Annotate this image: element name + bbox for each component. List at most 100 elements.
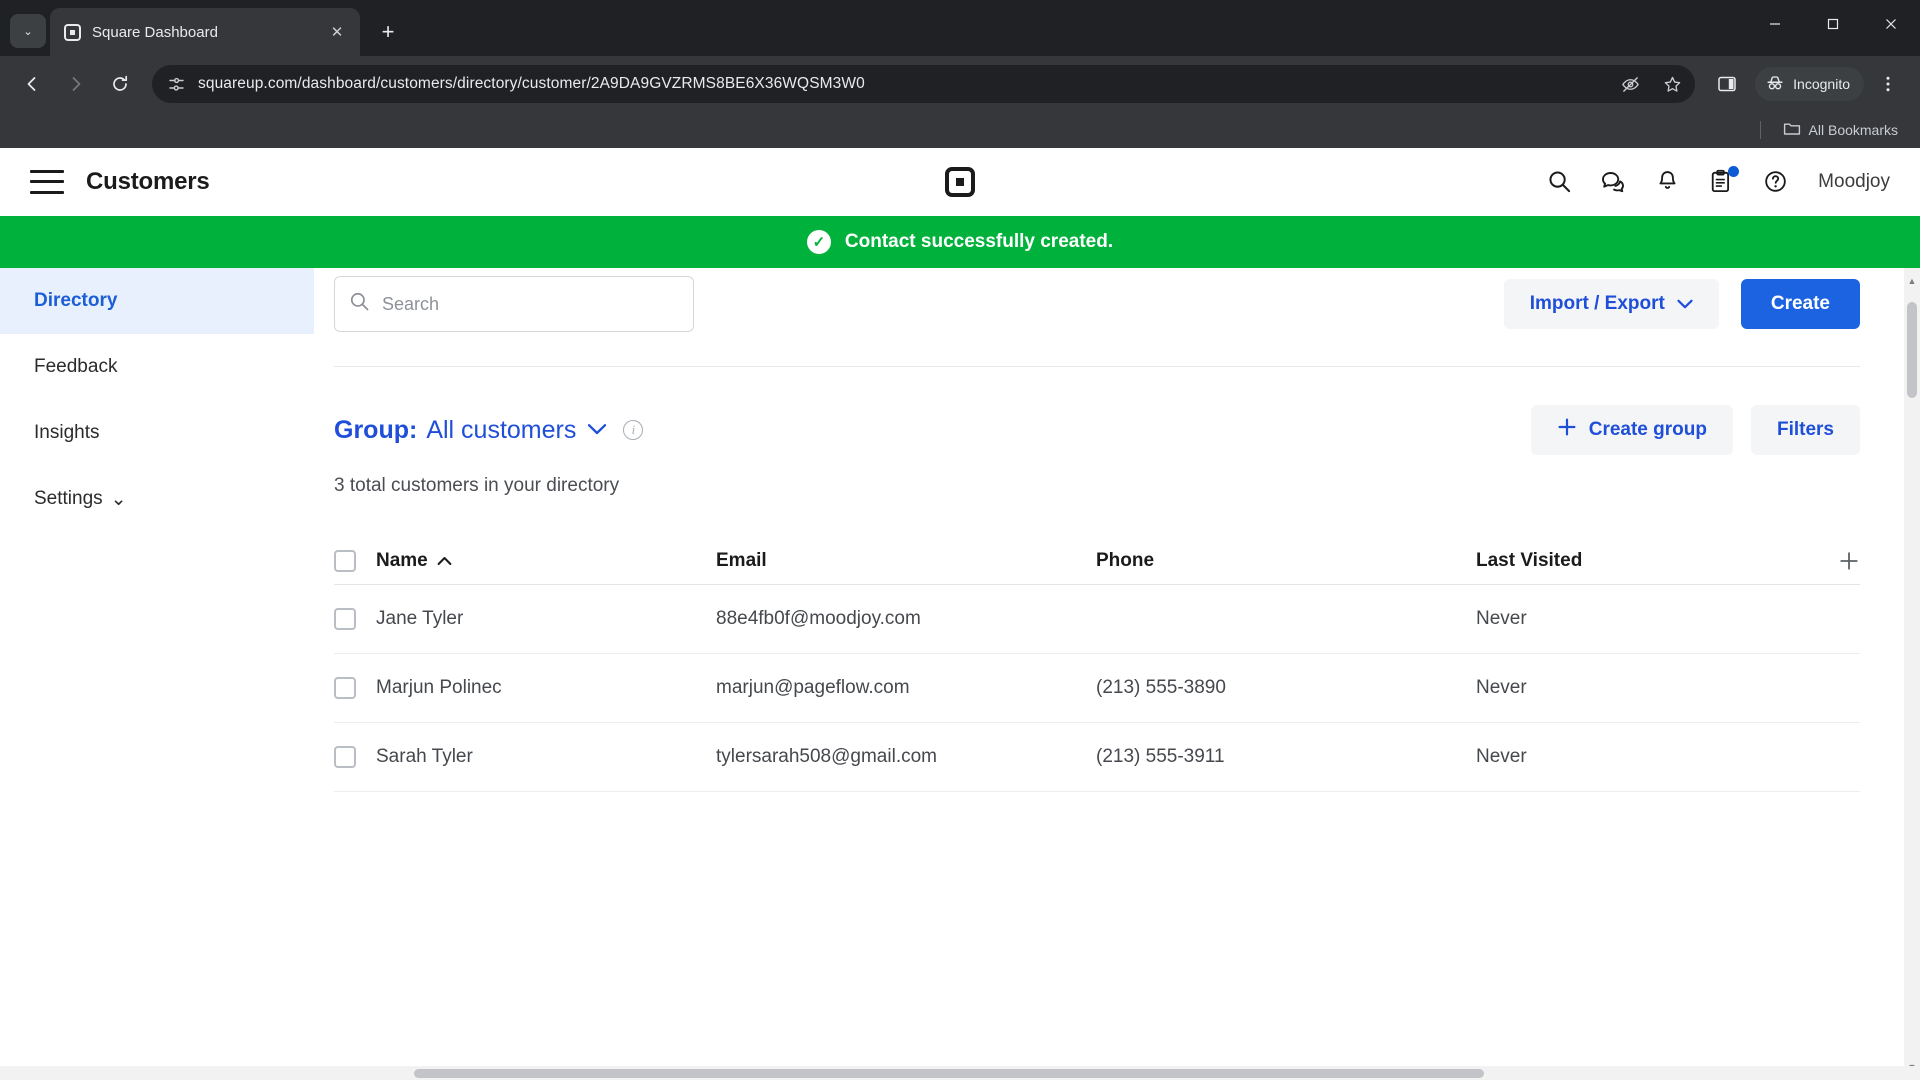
page-title: Customers — [86, 167, 210, 195]
app-header: Customers Moodjoy — [0, 148, 1920, 216]
column-label: Phone — [1096, 549, 1155, 571]
info-icon[interactable]: i — [623, 420, 644, 440]
chevron-down-icon — [1677, 293, 1693, 315]
cell-last-visited: Never — [1476, 677, 1527, 698]
cell-email: 88e4fb0f@moodjoy.com — [716, 608, 921, 629]
close-window-button[interactable] — [1862, 0, 1920, 48]
cell-phone: (213) 555-3911 — [1096, 746, 1225, 767]
success-toast: ✓ Contact successfully created. — [0, 216, 1920, 268]
sidebar-item-feedback[interactable]: Feedback — [0, 334, 314, 400]
add-column-icon[interactable] — [1820, 550, 1860, 572]
column-header-name[interactable]: Name — [376, 550, 716, 572]
toast-message: Contact successfully created. — [844, 231, 1114, 252]
check-circle-icon: ✓ — [806, 230, 831, 254]
sidebar-item-directory[interactable]: Directory — [0, 268, 314, 334]
search-placeholder: Search — [382, 293, 440, 314]
site-settings-icon[interactable] — [166, 74, 186, 94]
account-name[interactable]: Moodjoy — [1818, 171, 1890, 193]
all-bookmarks-label: All Bookmarks — [1808, 122, 1898, 138]
header-actions: Moodjoy — [1544, 165, 1890, 197]
sidebar-item-label: Insights — [34, 422, 100, 443]
search-input[interactable]: Search — [334, 276, 694, 332]
incognito-badge[interactable]: Incognito — [1755, 67, 1864, 101]
horizontal-scrollbar[interactable] — [0, 1066, 1920, 1080]
tab-title: Square Dashboard — [92, 23, 218, 41]
sidebar-item-settings[interactable]: Settings ⌄ — [0, 466, 314, 532]
column-header-phone[interactable]: Phone — [1096, 550, 1476, 572]
reload-button[interactable] — [100, 64, 140, 104]
vertical-scroll-thumb[interactable] — [1907, 302, 1917, 398]
three-dot-menu-icon[interactable] — [1868, 64, 1908, 104]
star-icon[interactable] — [1657, 69, 1687, 99]
group-label: Group: — [334, 415, 418, 444]
group-selected-value[interactable]: All customers — [426, 416, 576, 445]
chevron-down-icon[interactable] — [587, 419, 607, 441]
filters-button[interactable]: Filters — [1750, 405, 1860, 455]
messages-icon[interactable] — [1598, 167, 1628, 197]
browser-window: ⌄ Square Dashboard ✕ + squareup.com/dash… — [0, 0, 1920, 1080]
row-checkbox[interactable] — [334, 746, 376, 768]
tab-strip: ⌄ Square Dashboard ✕ + — [0, 0, 1920, 56]
row-checkbox[interactable] — [334, 608, 376, 630]
sidebar-item-insights[interactable]: Insights — [0, 400, 314, 466]
url-text: squareup.com/dashboard/customers/directo… — [198, 75, 865, 92]
plus-icon — [1557, 417, 1577, 443]
toolbar-actions: Import / Export Create — [1503, 276, 1860, 329]
group-row: Group: All customers i Create group Filt… — [334, 367, 1860, 455]
table-row[interactable]: Marjun Polinec marjun@pageflow.com (213)… — [334, 654, 1860, 723]
group-actions: Create group Filters — [1530, 405, 1860, 455]
create-group-label: Create group — [1588, 419, 1707, 440]
forward-button[interactable] — [56, 64, 96, 104]
all-bookmarks-button[interactable]: All Bookmarks — [1775, 116, 1906, 145]
column-label: Last Visited — [1476, 549, 1583, 571]
cell-name: Sarah Tyler — [376, 746, 473, 767]
eye-off-icon[interactable] — [1615, 69, 1645, 99]
maximize-button[interactable] — [1804, 0, 1862, 48]
notifications-bell-icon[interactable] — [1652, 167, 1682, 197]
column-header-email[interactable]: Email — [716, 550, 1096, 572]
row-checkbox[interactable] — [334, 677, 376, 699]
import-export-label: Import / Export — [1529, 293, 1665, 314]
browser-tab[interactable]: Square Dashboard ✕ — [50, 8, 360, 56]
horizontal-scroll-thumb[interactable] — [414, 1069, 1484, 1078]
chevron-down-icon: ⌄ — [23, 25, 33, 38]
cell-phone: (213) 555-3890 — [1096, 677, 1226, 698]
window-controls — [1746, 0, 1920, 48]
side-panel-icon[interactable] — [1707, 64, 1747, 104]
minimize-button[interactable] — [1746, 0, 1804, 48]
sort-ascending-icon — [437, 550, 452, 572]
directory-toolbar: Search Import / Export Create — [334, 268, 1860, 332]
incognito-label: Incognito — [1793, 76, 1850, 92]
page-viewport: Customers Moodjoy ✓ Contact successfully… — [0, 148, 1920, 1080]
body-area: Directory Feedback Insights Settings ⌄ S… — [0, 268, 1920, 1080]
table-header-row: Name Email Phone Last Visited — [334, 537, 1860, 585]
sidebar-item-label: Feedback — [34, 356, 118, 377]
address-bar[interactable]: squareup.com/dashboard/customers/directo… — [152, 65, 1696, 103]
incognito-hat-icon — [1765, 73, 1785, 96]
cell-email: tylersarah508@gmail.com — [716, 746, 937, 767]
notification-badge — [1728, 165, 1740, 177]
select-all-checkbox[interactable] — [334, 549, 376, 572]
browser-toolbar: squareup.com/dashboard/customers/directo… — [0, 56, 1920, 112]
create-group-button[interactable]: Create group — [1530, 405, 1733, 455]
vertical-scrollbar[interactable]: ▲ ▼ — [1904, 268, 1920, 1080]
scroll-up-arrow[interactable]: ▲ — [1904, 272, 1920, 290]
create-button[interactable]: Create — [1740, 279, 1860, 329]
cell-name: Marjun Polinec — [376, 677, 502, 698]
cell-name: Jane Tyler — [376, 608, 464, 629]
help-icon[interactable] — [1760, 167, 1790, 197]
search-icon[interactable] — [1544, 167, 1574, 197]
column-header-last-visited[interactable]: Last Visited — [1476, 550, 1820, 572]
import-export-button[interactable]: Import / Export — [1503, 279, 1719, 329]
new-tab-button[interactable]: + — [370, 14, 406, 50]
tab-search-button[interactable]: ⌄ — [10, 14, 46, 48]
close-icon[interactable]: ✕ — [326, 21, 348, 43]
filters-label: Filters — [1776, 419, 1834, 440]
bookmarks-divider — [1759, 121, 1761, 139]
table-row[interactable]: Sarah Tyler tylersarah508@gmail.com (213… — [334, 723, 1860, 792]
hamburger-menu-icon[interactable] — [30, 169, 64, 194]
table-row[interactable]: Jane Tyler 88e4fb0f@moodjoy.com Never — [334, 585, 1860, 654]
sidebar: Directory Feedback Insights Settings ⌄ — [0, 268, 314, 1080]
tasks-clipboard-icon[interactable] — [1706, 165, 1740, 197]
back-button[interactable] — [12, 64, 52, 104]
